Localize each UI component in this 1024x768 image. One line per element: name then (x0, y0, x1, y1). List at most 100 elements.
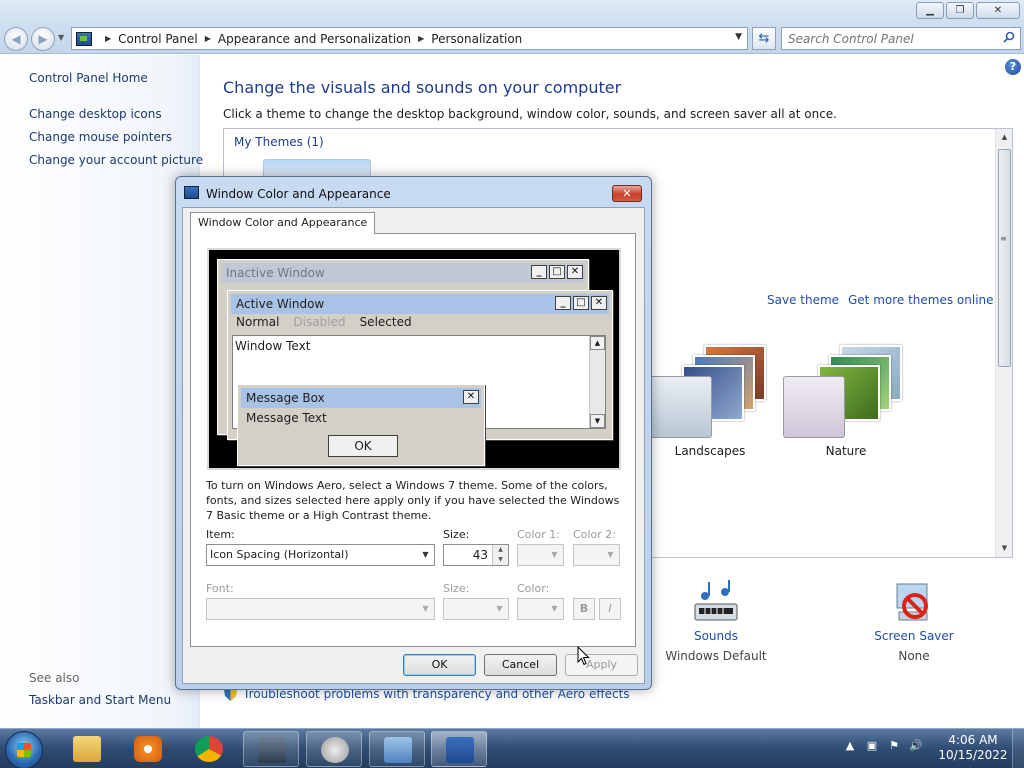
back-button[interactable]: ◀ (4, 27, 28, 51)
size-stepper[interactable]: 43 ▲ ▼ (443, 544, 509, 566)
taskbar-start-menu-link[interactable]: Taskbar and Start Menu (29, 693, 171, 707)
scroll-down-icon[interactable]: ▼ (996, 540, 1013, 557)
active-title: Active Window (236, 297, 325, 311)
font-select[interactable]: ▼ (206, 598, 435, 620)
address-bar[interactable]: ▶ Control Panel ▶ Appearance and Persona… (71, 27, 748, 50)
minimize-icon: _ (531, 265, 547, 279)
taskbar-chrome[interactable] (181, 731, 237, 767)
size-value[interactable]: 43 (473, 548, 488, 562)
restore-button[interactable]: ❐ (946, 2, 974, 19)
chevron-right-icon[interactable]: ▶ (205, 34, 211, 43)
breadcrumb-personalization[interactable]: Personalization (431, 32, 522, 46)
taskbar-app-2[interactable] (306, 731, 362, 767)
maximize-icon: □ (573, 296, 589, 310)
screen-saver-link[interactable]: Screen Saver (859, 629, 969, 643)
scrollbar-thumb[interactable] (998, 149, 1011, 367)
show-hidden-icons-icon[interactable]: ▲ (843, 739, 857, 753)
item-label: Item: (206, 528, 235, 541)
cancel-button[interactable]: Cancel (484, 654, 557, 676)
volume-icon[interactable]: 🔊 (909, 739, 923, 753)
chevron-down-icon[interactable]: ▼ (602, 545, 619, 565)
taskbar-personalization[interactable] (431, 731, 487, 767)
italic-button[interactable]: I (599, 598, 621, 620)
minimize-icon: _ (555, 296, 571, 310)
taskbar-media-player[interactable] (120, 731, 176, 767)
change-mouse-pointers-link[interactable]: Change mouse pointers (29, 130, 172, 144)
chevron-down-icon[interactable]: ▼ (735, 32, 742, 42)
network-icon[interactable]: ▣ (865, 739, 879, 753)
chevron-down-icon[interactable]: ▼ (546, 545, 563, 565)
preview-message-box: Message Box ✕ Message Text OK (237, 384, 485, 466)
bold-button[interactable]: B (573, 598, 595, 620)
breadcrumb-appearance[interactable]: Appearance and Personalization (218, 32, 411, 46)
font-color-picker[interactable]: ▼ (517, 598, 564, 620)
search-box[interactable] (781, 27, 1021, 50)
screen-saver-value: None (898, 649, 930, 663)
system-monitor-icon (258, 737, 286, 763)
chevron-down-icon[interactable]: ▼ (417, 545, 434, 565)
change-account-picture-link[interactable]: Change your account picture (29, 153, 203, 167)
chevron-down-icon[interactable]: ▼ (417, 599, 434, 619)
appearance-preview[interactable]: Inactive Window _ □ ✕ Active Window _ □ … (207, 248, 621, 470)
close-button[interactable]: ✕ (976, 2, 1020, 19)
scroll-up-icon[interactable]: ▲ (996, 129, 1013, 146)
sounds-icon (694, 580, 738, 621)
taskbar-explorer[interactable] (59, 731, 115, 767)
get-more-themes-link[interactable]: Get more themes online (848, 293, 994, 307)
message-box-title-bar: Message Box ✕ (241, 388, 481, 408)
message-box-title: Message Box (246, 391, 325, 405)
scroll-up-icon: ▲ (590, 336, 605, 350)
control-panel-icon (384, 737, 412, 763)
minimize-button[interactable]: ▁ (916, 2, 944, 19)
stepper-down-icon[interactable]: ▼ (493, 555, 508, 565)
taskbar-app-1[interactable] (243, 731, 299, 767)
sounds-setting[interactable]: Sounds Windows Default (661, 578, 771, 663)
taskbar-control-panel[interactable] (369, 731, 425, 767)
screen-saver-icon (896, 583, 928, 621)
search-input[interactable] (782, 28, 992, 49)
preview-scrollbar: ▲ ▼ (589, 336, 605, 428)
help-icon[interactable]: ? (1005, 59, 1021, 75)
screen-saver-setting[interactable]: Screen Saver None (859, 578, 969, 663)
menu-selected: Selected (359, 315, 412, 329)
color1-picker[interactable]: ▼ (517, 544, 564, 566)
chevron-down-icon[interactable]: ▼ (546, 599, 563, 619)
dialog-close-button[interactable]: ✕ (612, 185, 642, 202)
font-size-select[interactable]: ▼ (443, 598, 509, 620)
display-icon (184, 186, 199, 199)
chevron-down-icon[interactable]: ▼ (491, 599, 508, 619)
color2-picker[interactable]: ▼ (573, 544, 620, 566)
breadcrumb-control-panel[interactable]: Control Panel (118, 32, 198, 46)
close-icon: ✕ (591, 296, 607, 310)
refresh-button[interactable]: ⇆ (752, 27, 776, 50)
action-center-icon[interactable]: ⚑ (887, 739, 901, 753)
display-icon (446, 737, 474, 763)
forward-button[interactable]: ▶ (31, 27, 55, 51)
clock[interactable]: 4:06 AM 10/15/2022 (938, 733, 1008, 763)
change-desktop-icons-link[interactable]: Change desktop icons (29, 107, 162, 121)
ok-button[interactable]: OK (403, 654, 476, 676)
search-icon[interactable] (1003, 31, 1015, 43)
sounds-link[interactable]: Sounds (661, 629, 771, 643)
color2-label: Color 2: (573, 528, 616, 541)
chrome-icon (195, 736, 223, 762)
chevron-right-icon[interactable]: ▶ (418, 34, 424, 43)
item-select[interactable]: Icon Spacing (Horizontal) ▼ (206, 544, 435, 566)
grip-icon: ≡ (1000, 234, 1007, 243)
apply-button[interactable]: Apply (565, 654, 638, 676)
stepper-up-icon[interactable]: ▲ (493, 545, 508, 555)
save-theme-link[interactable]: Save theme (767, 293, 839, 307)
start-button[interactable] (5, 731, 43, 768)
color1-label: Color 1: (517, 528, 560, 541)
recent-pages-dropdown[interactable]: ▼ (58, 33, 64, 42)
tab-window-color-appearance[interactable]: Window Color and Appearance (190, 212, 376, 234)
clock-time: 4:06 AM (948, 733, 998, 747)
show-desktop-button[interactable] (1012, 729, 1024, 768)
control-panel-home-link[interactable]: Control Panel Home (29, 71, 148, 85)
system-tray: ▲ ▣ ⚑ 🔊 (843, 739, 923, 753)
themes-scrollbar[interactable]: ▲ ≡ ▼ (995, 129, 1012, 557)
window-text: Window Text (235, 339, 311, 353)
chevron-right-icon[interactable]: ▶ (105, 34, 111, 43)
dialog-title: Window Color and Appearance (206, 187, 391, 201)
close-icon: ✕ (567, 265, 583, 279)
